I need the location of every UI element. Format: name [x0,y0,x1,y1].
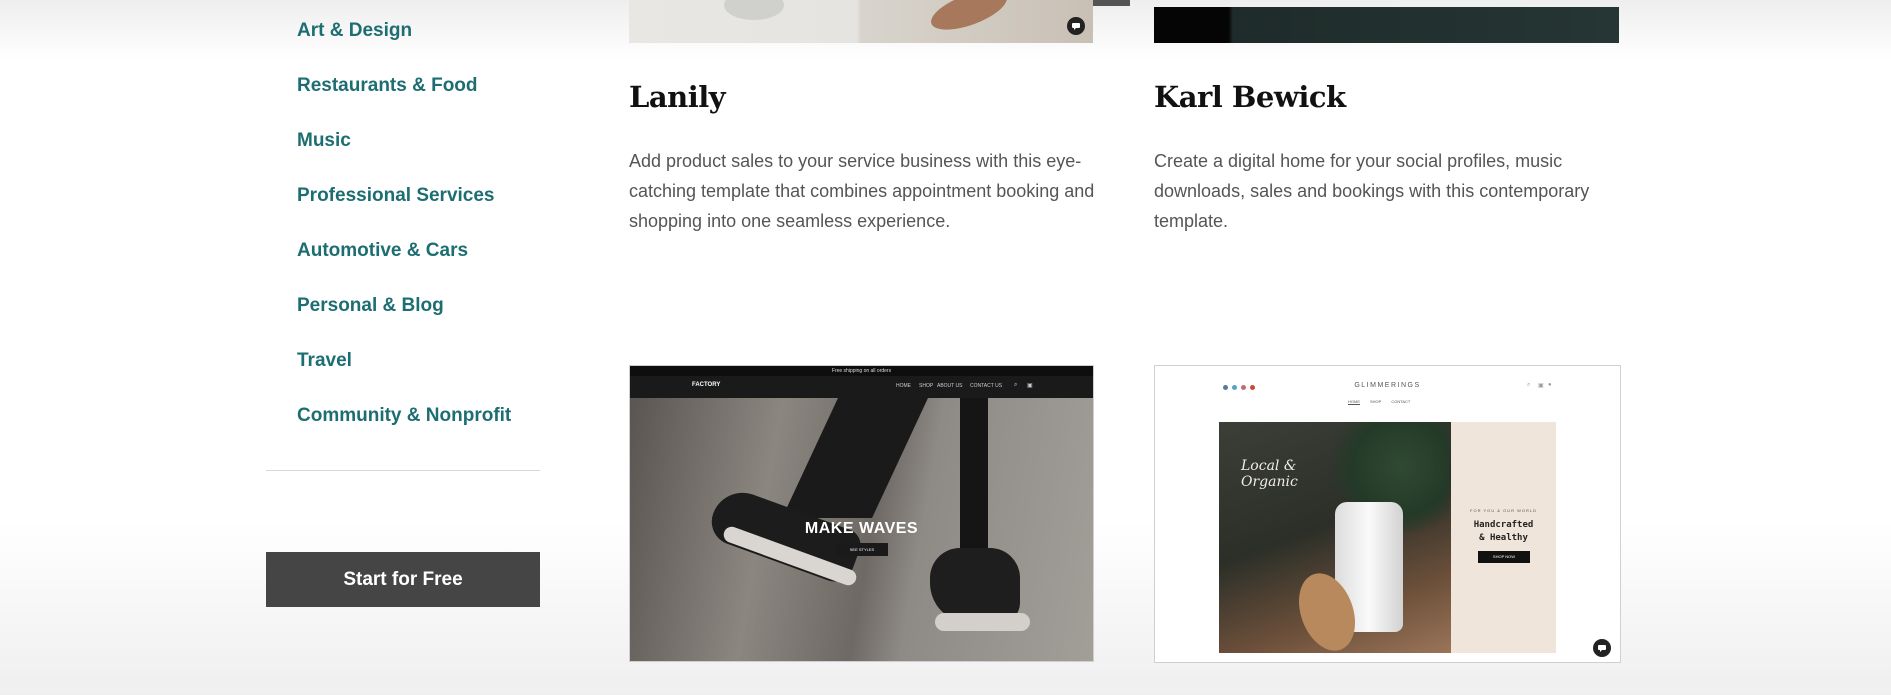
category-link-restaurants-food[interactable]: Restaurants & Food [297,75,478,97]
glimmerings-nav: HOME SHOP CONTACT [1348,399,1410,405]
promo-eyebrow: FOR YOU & OUR WORLD [1470,508,1537,513]
category-sidebar: Art & Design Restaurants & Food Music Pr… [0,0,560,695]
glimmerings-template-thumbnail[interactable]: GLIMMERINGS ⌕ ▣ ● HOME SHOP CONTACT Loca… [1154,365,1621,663]
lanily-thumbnail[interactable] [629,0,1093,43]
factory-nav-about[interactable]: ABOUT US [937,383,962,389]
cart-icon[interactable]: ▣ [1538,382,1544,389]
factory-headline: MAKE WAVES [804,520,919,537]
lanily-title[interactable]: Lanily [629,80,726,114]
glimmerings-nav-shop[interactable]: SHOP [1370,399,1381,405]
category-link-music[interactable]: Music [297,130,351,152]
factory-logo: FACTORY [692,382,721,388]
karl-bewick-description: Create a digital home for your social pr… [1154,151,1590,231]
factory-nav-shop[interactable]: SHOP [919,383,933,389]
sole-right [935,613,1030,631]
factory-template-thumbnail[interactable]: Free shipping on all orders FACTORY HOME… [629,365,1094,662]
category-link-travel[interactable]: Travel [297,350,352,372]
promo-headline-2: & Healthy [1479,533,1528,543]
karl-bewick-title[interactable]: Karl Bewick [1154,80,1346,114]
cart-icon[interactable]: ▣ [1027,382,1033,389]
category-link-professional-services[interactable]: Professional Services [297,185,495,207]
category-link-personal-blog[interactable]: Personal & Blog [297,295,444,317]
search-icon[interactable]: ⌕ [1014,382,1017,389]
shop-now-button[interactable]: SHOP NOW [1478,551,1530,563]
lanily-description: Add product sales to your service busine… [629,151,1095,231]
candle-photo: Local & Organic [1219,422,1451,659]
chat-icon[interactable] [1067,17,1085,35]
category-link-community-nonprofit[interactable]: Community & Nonprofit [297,405,511,427]
factory-nav-contact[interactable]: CONTACT US [970,383,1002,389]
sidebar-divider [266,470,540,471]
promo-panel: FOR YOU & OUR WORLD Handcrafted & Health… [1451,422,1556,653]
see-styles-button[interactable]: SEE STYLES [836,543,888,556]
category-link-automotive-cars[interactable]: Automotive & Cars [297,240,468,262]
factory-nav-home[interactable]: HOME [896,383,911,389]
chat-icon[interactable] [1593,639,1611,657]
karl-bewick-thumbnail[interactable] [1154,7,1619,43]
search-icon[interactable]: ⌕ [1527,382,1530,389]
start-for-free-button[interactable]: Start for Free [266,552,540,607]
glimmerings-nav-home[interactable]: HOME [1348,399,1360,405]
leg-shape [782,398,928,518]
category-link-art-design[interactable]: Art & Design [297,20,412,42]
account-icon[interactable]: ● [1548,382,1552,388]
promo-headline-1: Handcrafted [1473,520,1534,530]
sneaker-right [930,548,1020,623]
factory-navbar: FACTORY HOME SHOP ABOUT US CONTACT US ⌕ … [630,376,1093,398]
shipping-banner: Free shipping on all orders [630,366,1093,376]
glimmerings-nav-contact[interactable]: CONTACT [1391,399,1410,405]
vase-shape [724,0,784,20]
script-tagline: Local & Organic [1241,458,1298,490]
hand-shape [926,0,1012,38]
